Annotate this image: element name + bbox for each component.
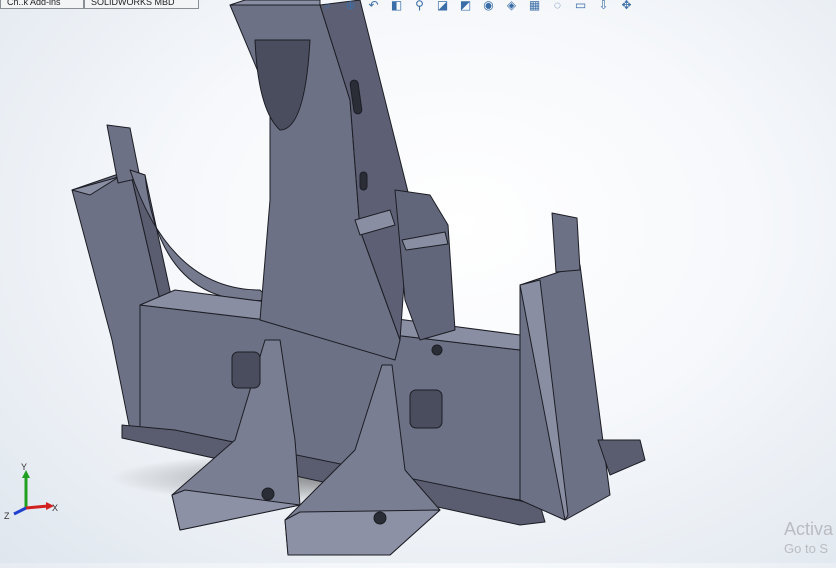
rear-brace <box>394 189 456 341</box>
graphics-area[interactable] <box>0 0 836 563</box>
heads-up-view-toolbar: ⌕ ⊕ ↶ ◧ ⚲ ◪ ◩ ◉ ◈ ▦ ◌ ▭ ⇩ ✥ <box>318 0 636 11</box>
windows-activation-watermark: Activa Go to S <box>784 519 833 556</box>
pan-rotate-icon: ✥ <box>621 0 632 12</box>
z-axis-label: Z <box>4 511 10 521</box>
reference-triad: Y X Z <box>2 462 62 522</box>
watermark-line-1: Activa <box>784 519 834 539</box>
y-axis-label: Y <box>21 462 27 472</box>
pan-rotate-button[interactable]: ✥ <box>617 0 636 11</box>
x-axis-arrow <box>25 504 49 510</box>
watermark-line-2: Go to S <box>784 540 829 556</box>
part-model[interactable] <box>0 0 836 563</box>
zoom-to-area-button[interactable]: ⊕ <box>341 0 360 11</box>
view-orientation-icon: ◪ <box>436 0 449 12</box>
apply-scene-icon: ▦ <box>528 0 541 12</box>
view-orientation-button[interactable]: ◪ <box>433 0 452 11</box>
view-settings-button[interactable]: ◌ <box>548 0 567 11</box>
right-tab <box>551 212 581 273</box>
x-axis-label: X <box>52 503 58 513</box>
central-post-top <box>229 0 321 6</box>
zoom-to-area-icon: ⊕ <box>345 0 356 12</box>
previous-view-icon: ↶ <box>368 0 379 12</box>
display-monitor-button[interactable]: ▭ <box>571 0 590 11</box>
hide-show-items-button[interactable]: ◉ <box>479 0 498 11</box>
section-view-icon: ◧ <box>390 0 403 12</box>
zoom-to-fit-button[interactable]: ⌕ <box>318 0 337 11</box>
display-style-icon: ◩ <box>459 0 472 12</box>
fin-hole-right <box>373 511 387 525</box>
section-view-button[interactable]: ◧ <box>387 0 406 11</box>
hide-show-items-icon: ◉ <box>483 0 494 12</box>
tab-add-ins[interactable]: Ch..k Add-ins <box>0 0 84 9</box>
post-slot-lower <box>359 171 368 191</box>
edit-appearance-icon: ◈ <box>506 0 517 12</box>
beam-cutout-right <box>409 389 443 429</box>
dynamic-annotation-views-icon: ⚲ <box>415 0 424 12</box>
fin-hole-left <box>261 487 275 501</box>
view-orientation-front-icon: ⇩ <box>598 0 609 12</box>
edit-appearance-button[interactable]: ◈ <box>502 0 521 11</box>
command-manager-tabs: Ch..k Add-ins SOLIDWORKS MBD <box>0 0 199 9</box>
beam-top-hole <box>431 344 443 356</box>
view-settings-icon: ◌ <box>553 0 562 12</box>
tab-solidworks-mbd[interactable]: SOLIDWORKS MBD <box>84 0 199 9</box>
display-monitor-icon: ▭ <box>574 0 587 12</box>
previous-view-button[interactable]: ↶ <box>364 0 383 11</box>
right-front-fin-edge <box>284 509 441 556</box>
apply-scene-button[interactable]: ▦ <box>525 0 544 11</box>
zoom-to-fit-icon: ⌕ <box>324 0 331 12</box>
dynamic-annotation-views-button[interactable]: ⚲ <box>410 0 429 11</box>
z-axis-arrow <box>13 506 27 516</box>
view-orientation-front-button[interactable]: ⇩ <box>594 0 613 11</box>
display-style-button[interactable]: ◩ <box>456 0 475 11</box>
beam-cutout-left <box>231 351 261 389</box>
